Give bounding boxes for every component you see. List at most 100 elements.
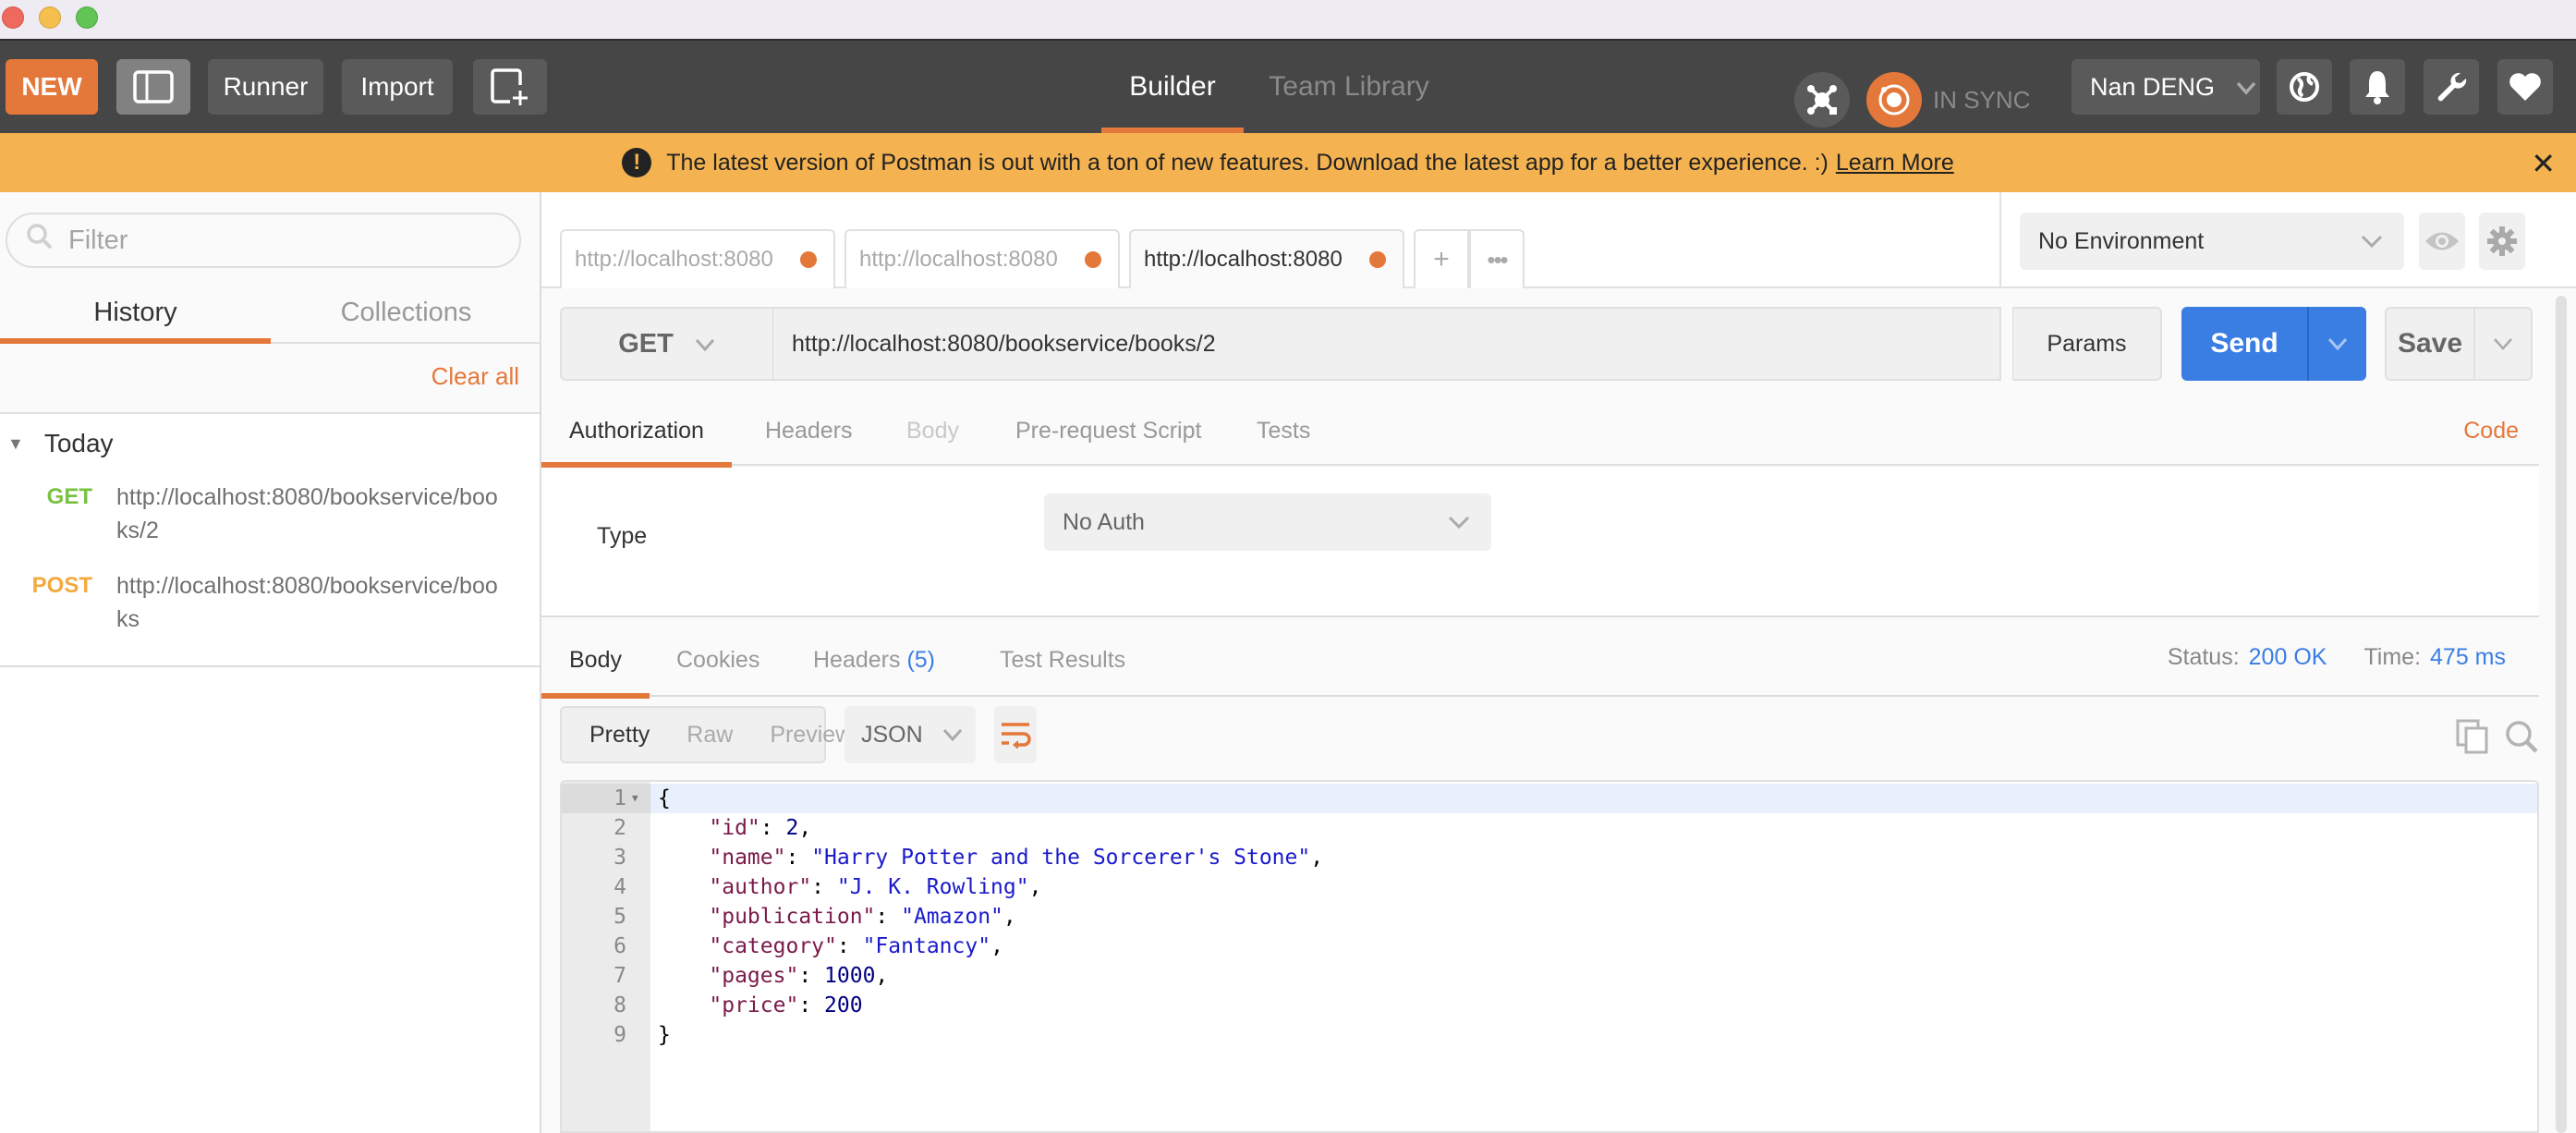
history-item[interactable]: POST http://localhost:8080/bookservice/b…: [0, 569, 541, 636]
request-tab[interactable]: http://localhost:8080: [844, 229, 1120, 288]
response-tab-cookies[interactable]: Cookies: [676, 617, 759, 697]
environment-quick-look-button[interactable]: [2419, 213, 2465, 270]
response-tabs: Body Cookies Headers (5) Test Results St…: [541, 617, 2539, 699]
interceptor-button[interactable]: [1794, 72, 1850, 128]
tab-tests[interactable]: Tests: [1257, 396, 1310, 466]
more-tabs-button[interactable]: •••: [1469, 229, 1525, 288]
sidebar: Filter History Collections Clear all ▼ T…: [0, 192, 541, 1133]
send-button-group: Send: [2181, 307, 2366, 381]
format-toggle-group: Pretty Raw Preview: [560, 706, 852, 763]
request-tab-active[interactable]: http://localhost:8080: [1129, 229, 1404, 288]
tab-body[interactable]: Body: [906, 396, 959, 466]
line-number: 6: [614, 934, 626, 958]
notifications-button[interactable]: [2350, 59, 2405, 115]
request-section-tabs: Authorization Headers Body Pre-request S…: [541, 396, 2539, 468]
clear-all-button[interactable]: Clear all: [431, 362, 519, 391]
response-tab-headers[interactable]: Headers (5): [813, 617, 935, 697]
chevron-down-icon: [2327, 337, 2348, 351]
line-number: 2: [614, 816, 626, 840]
new-window-button[interactable]: [473, 59, 547, 115]
sync-button[interactable]: [1866, 72, 1922, 128]
format-preview[interactable]: Preview: [733, 722, 852, 749]
tab-history[interactable]: History: [0, 285, 271, 344]
main-scrollbar[interactable]: [2556, 296, 2567, 1133]
tab-pre-request-script[interactable]: Pre-request Script: [1015, 396, 1201, 466]
tab-collections[interactable]: Collections: [271, 285, 541, 342]
chevron-down-icon: [942, 722, 964, 749]
code-text: {: [658, 786, 671, 810]
wrap-lines-button[interactable]: [994, 706, 1037, 763]
import-button[interactable]: Import: [342, 59, 453, 115]
response-tab-test-results[interactable]: Test Results: [1000, 617, 1125, 697]
history-group-label: Today: [43, 429, 114, 457]
nav-tab-team-library[interactable]: Team Library: [1266, 41, 1432, 133]
fold-toggle-icon[interactable]: ▼: [632, 784, 638, 813]
nav-tab-builder[interactable]: Builder: [1101, 41, 1244, 133]
response-body-editor[interactable]: 1 ▼{2 "id": 2, 3 "name": "Harry Potter and…: [560, 780, 2539, 1133]
request-tab[interactable]: http://localhost:8080: [560, 229, 835, 288]
manage-environments-button[interactable]: [2479, 213, 2525, 270]
filter-input[interactable]: Filter: [6, 213, 521, 268]
request-tab-label: http://localhost:8080: [575, 247, 773, 272]
generate-code-link[interactable]: Code: [2463, 396, 2519, 466]
new-tab-button[interactable]: +: [1414, 229, 1469, 288]
chevron-down-icon: [2360, 228, 2384, 255]
response-tab-body[interactable]: Body: [541, 617, 650, 699]
send-button[interactable]: Send: [2181, 307, 2309, 381]
line-number: 7: [614, 964, 626, 988]
code-line: 4 "author": "J. K. Rowling",: [562, 872, 2537, 902]
window-maximize-button[interactable]: [76, 6, 98, 29]
tab-headers[interactable]: Headers: [765, 396, 853, 466]
search-response-button[interactable]: [2504, 719, 2539, 759]
globe-button[interactable]: [2277, 59, 2332, 115]
user-menu-dropdown[interactable]: Nan DENG: [2072, 59, 2260, 115]
wrench-icon: [2437, 72, 2467, 102]
window-minimize-button[interactable]: [39, 6, 61, 29]
history-item[interactable]: GET http://localhost:8080/bookservice/bo…: [0, 481, 541, 547]
code-line: 6 "category": "Fantancy",: [562, 932, 2537, 961]
copy-icon: [2456, 719, 2488, 754]
code-text: "publication": "Amazon",: [709, 905, 1016, 929]
learn-more-link[interactable]: Learn More: [1836, 150, 1954, 177]
line-number: 4: [614, 875, 626, 899]
environment-select[interactable]: No Environment: [2020, 213, 2404, 270]
tab-authorization[interactable]: Authorization: [541, 396, 732, 468]
window-title-bar: [0, 0, 2576, 41]
url-input[interactable]: http://localhost:8080/bookservice/books/…: [772, 307, 2001, 381]
history-group-today[interactable]: ▼ Today: [7, 429, 114, 458]
language-select[interactable]: JSON: [844, 706, 976, 763]
authorization-panel: Type No Auth: [541, 468, 2539, 617]
user-name: Nan DENG: [2090, 72, 2216, 101]
runner-button[interactable]: Runner: [208, 59, 323, 115]
chevron-down-icon: [1447, 509, 1471, 536]
unsaved-dot-icon: [1369, 251, 1386, 268]
format-pretty[interactable]: Pretty: [562, 722, 650, 749]
settings-button[interactable]: [2424, 59, 2479, 115]
code-line: 1 ▼{: [562, 784, 2537, 813]
eye-icon: [2425, 232, 2459, 250]
environment-bar: No Environment: [1999, 192, 2576, 288]
new-button[interactable]: NEW: [6, 59, 98, 115]
main-toolbar: NEW Runner Import Builder Team Library I…: [0, 41, 2576, 133]
heart-button[interactable]: [2497, 59, 2553, 115]
window-close-button[interactable]: [2, 6, 24, 29]
save-button[interactable]: Save: [2387, 309, 2475, 379]
save-options-button[interactable]: [2475, 309, 2531, 379]
status-value: 200 OK: [2248, 643, 2327, 670]
interceptor-icon: [1807, 85, 1837, 115]
history-item-method: POST: [31, 573, 92, 598]
line-number: 5: [614, 905, 626, 929]
code-text: "author": "J. K. Rowling",: [709, 875, 1042, 899]
line-number: 8: [614, 993, 626, 1017]
format-raw[interactable]: Raw: [650, 722, 733, 749]
code-text: "id": 2,: [709, 816, 812, 840]
toggle-sidebar-button[interactable]: [116, 59, 190, 115]
auth-type-select[interactable]: No Auth: [1044, 493, 1491, 551]
search-icon: [26, 223, 54, 258]
method-select[interactable]: GET: [560, 307, 774, 381]
copy-response-button[interactable]: [2456, 719, 2489, 759]
send-options-button[interactable]: [2309, 307, 2366, 381]
warning-icon: !: [622, 148, 652, 177]
params-button[interactable]: Params: [2012, 307, 2162, 381]
close-icon[interactable]: ✕: [2531, 146, 2556, 181]
